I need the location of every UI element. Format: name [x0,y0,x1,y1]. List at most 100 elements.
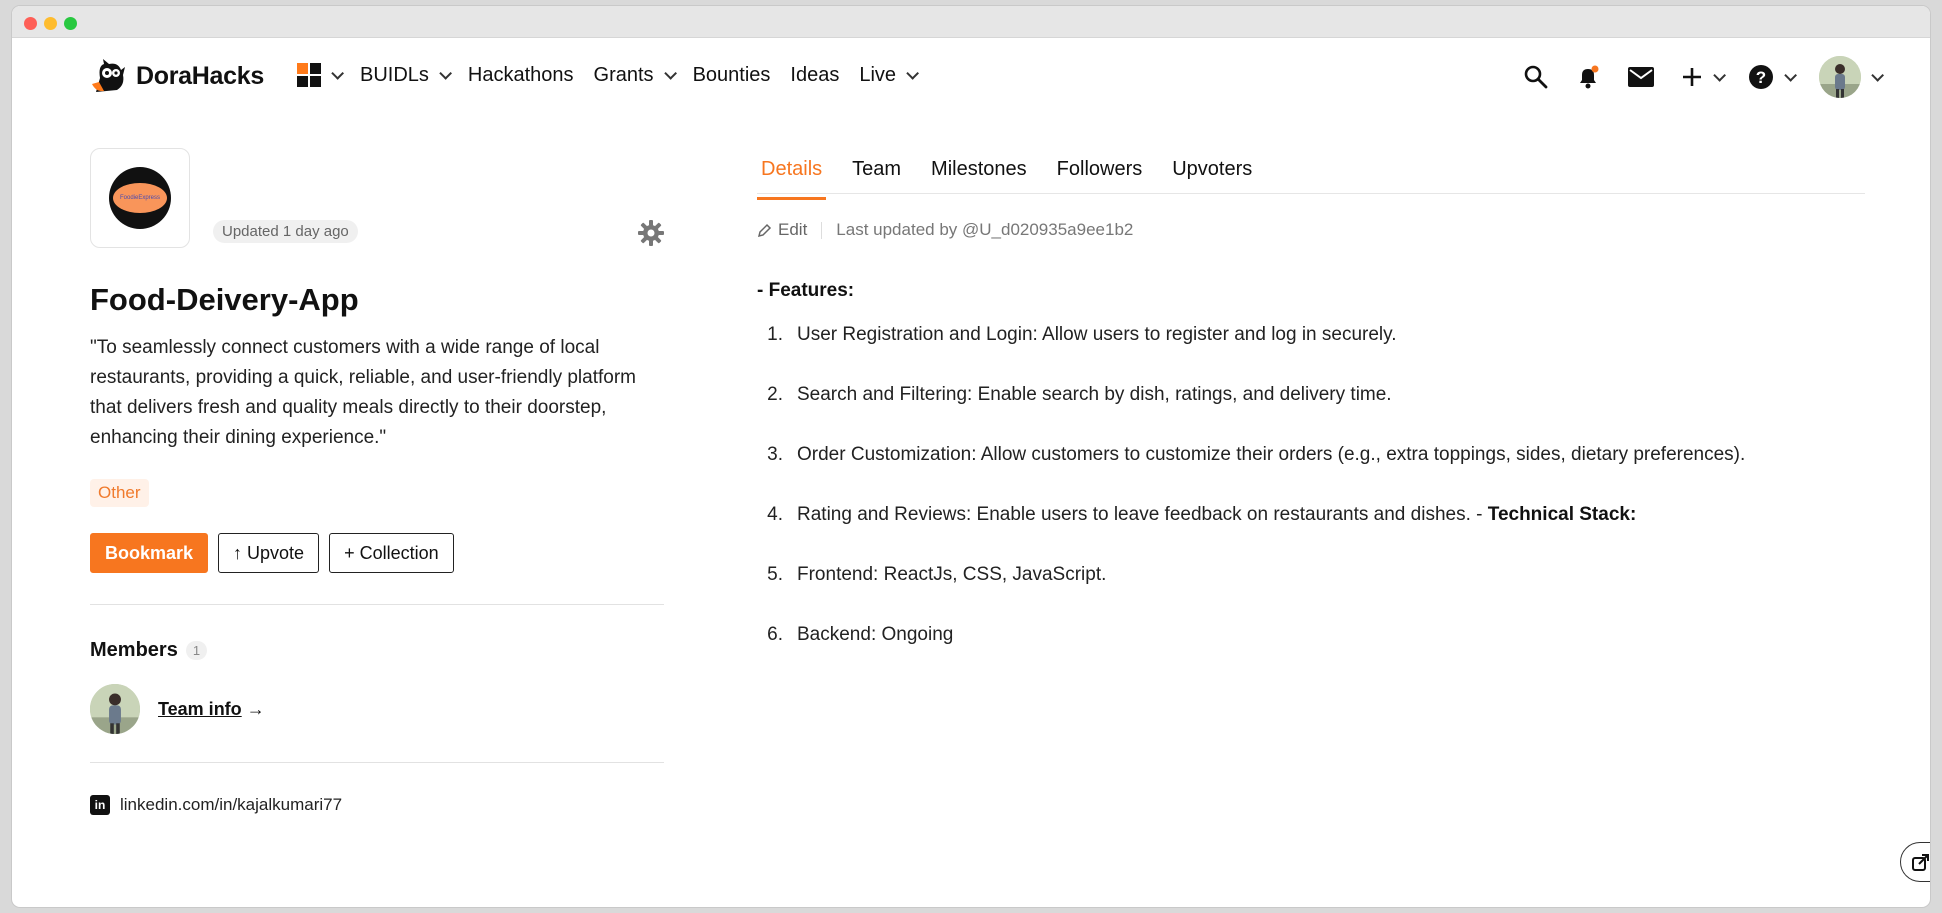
list-number: 1. [767,324,783,345]
chevron-down-icon [906,66,920,80]
member-item: Team info → [90,684,664,734]
tab-team[interactable]: Team [852,156,901,193]
nav-hackathons[interactable]: Hackathons [468,64,574,87]
nav-ideas-label: Ideas [790,63,840,86]
project-content: Details Team Milestones Followers Upvote… [756,156,1865,680]
chevron-down-icon [1713,68,1726,82]
nav-buidls-label: BUIDLs [360,63,429,86]
chevron-down-icon [1871,68,1884,82]
nav-grants[interactable]: Grants [593,63,677,87]
nav-bounties[interactable]: Bounties [693,64,771,87]
plus-icon [1683,68,1701,86]
dorahacks-logo[interactable]: DoraHacks [90,58,264,94]
list-number: 4. [767,504,783,525]
browser-window: DoraHacks BUIDLs Hackathons Grants Bount… [12,6,1930,907]
chevron-down-icon [439,66,452,80]
list-text: Rating and Reviews: Enable users to leav… [797,504,1488,525]
share-icon [1912,854,1929,871]
chevron-down-icon [663,66,677,80]
tab-details[interactable]: Details [756,156,827,200]
dorahacks-logo-icon [90,58,126,94]
list-text: Search and Filtering: Enable search by d… [797,384,1392,405]
list-number: 3. [767,444,783,465]
list-number: 6. [767,624,783,645]
help-icon: ? [1749,65,1773,89]
project-logo: FoodieExpress [90,148,190,248]
upvote-button[interactable]: ↑ Upvote [218,533,320,573]
edit-label: Edit [778,220,808,239]
mail-icon[interactable] [1627,66,1655,88]
gear-icon[interactable] [638,220,664,251]
bell-icon[interactable] [1575,64,1601,90]
team-info-label: Team info [158,698,242,719]
features-heading: - Features: [757,280,855,301]
tab-upvoters[interactable]: Upvoters [1172,156,1252,193]
project-description: "To seamlessly connect customers with a … [90,337,636,448]
share-button[interactable] [1900,842,1930,882]
svg-text:?: ? [1756,68,1766,87]
members-heading: Members 1 [90,639,664,662]
list-item: 4. Rating and Reviews: Enable users to l… [757,500,1865,530]
tab-followers[interactable]: Followers [1057,156,1143,193]
features-list: 1. User Registration and Login: Allow us… [757,320,1865,650]
linkedin-url: linkedin.com/in/kajalkumari77 [120,795,343,814]
last-updated-text: Last updated by @U_d020935a9ee1b2 [836,220,1134,239]
add-collection-button[interactable]: + Collection [329,533,454,573]
project-sidebar: FoodieExpress Updated 1 day ago Food-Dei… [90,148,664,815]
list-text: Order Customization: Allow customers to … [797,444,1746,465]
member-avatar[interactable] [90,684,140,734]
members-title: Members [90,639,178,661]
nav-hackathons-label: Hackathons [467,63,574,86]
list-text: Frontend: ReactJs, CSS, JavaScript. [797,564,1107,585]
pencil-icon [757,223,772,237]
nav-actions: ? [1523,56,1884,98]
bookmark-button[interactable]: Bookmark [90,533,209,573]
list-item: 3. Order Customization: Allow customers … [757,440,1865,470]
user-avatar [1819,56,1861,98]
minimize-window-button[interactable] [44,17,57,30]
list-item: 5. Frontend: ReactJs, CSS, JavaScript. [757,560,1865,590]
list-item: 1. User Registration and Login: Allow us… [757,320,1865,350]
separator [821,221,823,239]
members-count: 1 [185,641,208,660]
divider [90,762,664,763]
nav-live[interactable]: Live [859,64,920,87]
project-title: Food-Deivery-App [90,282,359,317]
updated-badge: Updated 1 day ago [213,220,358,243]
nav-buidls[interactable]: BUIDLs [360,63,452,87]
chevron-down-icon [1784,68,1797,82]
apps-menu[interactable] [297,63,344,87]
list-text: Backend: Ongoing [797,624,954,645]
team-info-link[interactable]: Team info → [158,699,265,720]
apps-grid-icon [297,63,321,87]
linkedin-icon: in [90,795,110,815]
close-window-button[interactable] [24,17,37,30]
members-section: Members 1 Team info → [90,639,664,734]
main-nav: BUIDLs Hackathons Grants Bounties Ideas … [297,63,920,87]
edit-row: Edit Last updated by @U_d020935a9ee1b2 [757,220,1865,240]
help-menu[interactable]: ? [1748,64,1797,90]
list-number: 5. [767,564,783,585]
category-tag[interactable]: Other [90,479,149,507]
user-menu[interactable] [1819,56,1884,98]
project-tabs: Details Team Milestones Followers Upvote… [756,156,1865,200]
edit-button[interactable]: Edit [757,220,807,240]
nav-ideas[interactable]: Ideas [790,64,839,87]
list-item: 2. Search and Filtering: Enable search b… [757,380,1865,410]
title-bar [12,6,1930,38]
nav-grants-label: Grants [593,63,654,86]
arrow-right-icon: → [246,698,265,719]
tab-milestones[interactable]: Milestones [931,156,1027,193]
list-bold-text: Technical Stack: [1487,504,1637,525]
create-menu[interactable] [1681,66,1726,88]
list-item: 6. Backend: Ongoing [757,620,1865,650]
list-text: User Registration and Login: Allow users… [797,324,1397,345]
list-number: 2. [767,384,783,405]
search-icon[interactable] [1523,64,1549,90]
project-logo-text: FoodieExpress [113,183,167,213]
linkedin-link[interactable]: in linkedin.com/in/kajalkumari77 [90,795,664,815]
maximize-window-button[interactable] [64,17,77,30]
project-actions: Bookmark ↑ Upvote + Collection [90,533,664,573]
divider [90,604,664,605]
nav-bounties-label: Bounties [692,63,771,86]
